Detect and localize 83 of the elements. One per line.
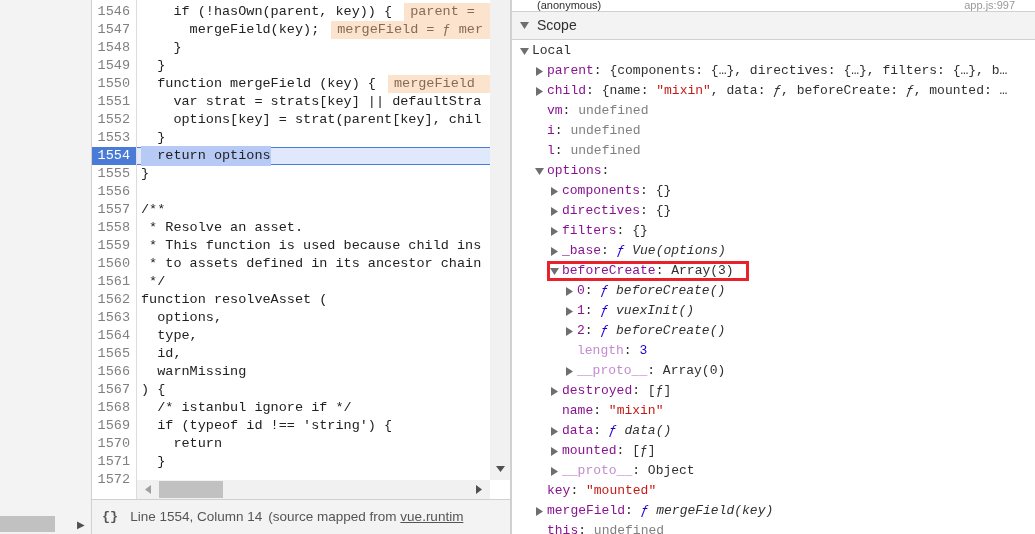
scrollbar-thumb[interactable] (159, 481, 223, 498)
source-link[interactable]: vue.runtim (400, 506, 464, 528)
code-line: warnMissing (156, 362, 247, 381)
scope-entry: mounted: [ƒ] (562, 442, 656, 461)
inline-value: mergeField = ƒ mer (331, 21, 490, 39)
code-line: } (156, 128, 166, 147)
code-line: options[key] = strat(parent[key], chil (172, 110, 482, 129)
section-title[interactable]: Scope (537, 15, 577, 36)
call-frame[interactable]: (anonymous) (537, 0, 602, 11)
code-line: if (typeof id !== 'string') { (156, 416, 393, 435)
scope-entry: child: {name: "mixin", data: ƒ, beforeCreate: ƒ, mounted: … (547, 82, 1008, 101)
inline-value: parent = (404, 3, 490, 21)
code-line: /** (141, 200, 166, 219)
scroll-right-icon[interactable] (476, 485, 482, 494)
scope-entry: beforeCreate: Array(3) (562, 262, 734, 281)
caret-right-icon[interactable] (550, 426, 559, 436)
caret-right-icon[interactable] (565, 306, 574, 316)
code-line: * Resolve an asset. (148, 218, 304, 237)
caret-right-icon[interactable] (550, 226, 559, 236)
code-line: * to assets defined in its ancestor chain (148, 254, 482, 273)
scope-entry: parent: {components: {…}, directives: {…}, filters: {…}, b… (547, 62, 1008, 81)
scope-entry: mergeField: ƒ mergeField(key) (547, 502, 774, 521)
scope-entry: this: undefined (547, 522, 665, 534)
code-line: * This function is used because child ins (148, 236, 482, 255)
code-line: function mergeField (key) { (156, 74, 376, 93)
caret-right-icon[interactable] (550, 206, 559, 216)
code-line: if (!hasOwn(parent, key)) { (172, 2, 393, 21)
scope-entry: Local (532, 42, 571, 61)
caret-right-icon[interactable] (535, 86, 544, 96)
code-line: options, (156, 308, 222, 327)
scope-entry: __proto__: Array(0) (577, 362, 726, 381)
caret-right-icon[interactable] (565, 286, 574, 296)
scope-entry: directives: {} (562, 202, 672, 221)
code-line: ) { (141, 380, 166, 399)
caret-right-icon[interactable] (550, 246, 559, 256)
scope-entry: key: "mounted" (547, 482, 657, 501)
code-line: var strat = strats[key] || defaultStra (172, 92, 482, 111)
scope-entry: data: ƒ data() (562, 422, 672, 441)
cursor-position: Line 1554, Column 14 (130, 507, 263, 526)
scope-entry: i: undefined (547, 122, 641, 141)
caret-right-icon[interactable] (535, 506, 544, 516)
caret-right-icon[interactable] (550, 446, 559, 456)
scope-entry: name: "mixin" (562, 402, 664, 421)
pretty-print-button[interactable]: {} (102, 506, 119, 528)
scope-entry: 1: ƒ vuexInit() (577, 302, 695, 321)
inline-value: mergeField (387, 75, 490, 93)
scope-entry: vm: undefined (547, 102, 649, 121)
caret-down-icon[interactable] (520, 46, 529, 56)
code-line: function resolveAsset ( (141, 290, 328, 309)
scrollbar-thumb[interactable] (0, 516, 55, 532)
scope-entry: destroyed: [ƒ] (562, 382, 672, 401)
scope-entry: options: (547, 162, 610, 181)
scope-entry: 0: ƒ beforeCreate() (577, 282, 726, 301)
caret-down-icon[interactable] (535, 166, 544, 176)
scope-entry: _base: ƒ Vue(options) (562, 242, 726, 261)
scope-entry: length: 3 (577, 342, 648, 361)
code-line: return (172, 434, 222, 453)
caret-right-icon[interactable] (550, 386, 559, 396)
caret-right-icon[interactable] (535, 66, 544, 76)
code-line: */ (148, 272, 166, 291)
code-line: id, (156, 344, 182, 363)
source-map-note: (source mapped from (268, 507, 398, 526)
caret-right-icon[interactable] (565, 366, 574, 376)
code-line: } (172, 38, 182, 57)
scope-entry: l: undefined (547, 142, 641, 161)
code-line: } (141, 164, 150, 183)
code-line: mergeField(key); (188, 20, 320, 39)
scope-entry: filters: {} (562, 222, 648, 241)
code-line: type, (156, 326, 198, 345)
caret-right-icon[interactable] (565, 326, 574, 336)
code-line: /* istanbul ignore if */ (156, 398, 352, 417)
scope-entry: components: {} (562, 182, 672, 201)
caret-down-icon[interactable] (520, 21, 529, 30)
scope-entry: 2: ƒ beforeCreate() (577, 322, 726, 341)
scroll-down-icon[interactable] (495, 466, 505, 472)
caret-down-icon[interactable] (550, 266, 559, 276)
scroll-right-button[interactable]: ▶ (77, 516, 85, 532)
call-frame-location[interactable]: app.js:997 (964, 0, 1015, 11)
code-line: } (156, 452, 166, 471)
caret-right-icon[interactable] (550, 466, 559, 476)
code-line: } (156, 56, 166, 75)
scope-entry: __proto__: Object (562, 462, 695, 481)
caret-right-icon[interactable] (550, 186, 559, 196)
